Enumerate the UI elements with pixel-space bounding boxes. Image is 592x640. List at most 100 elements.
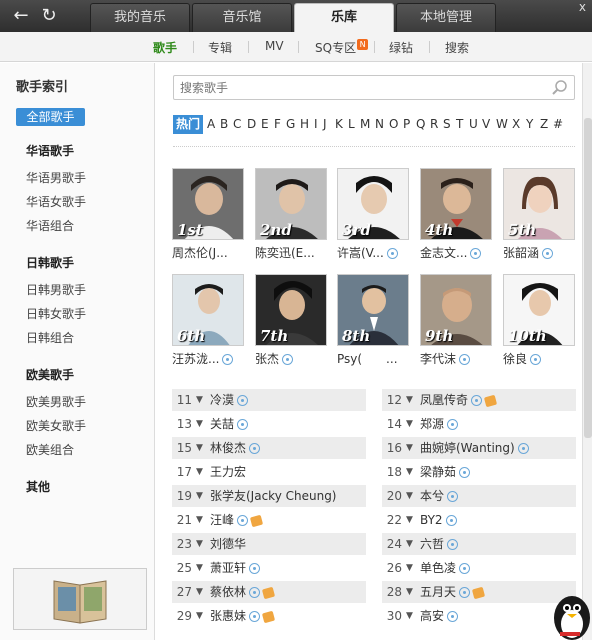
- chat-icon[interactable]: [459, 563, 471, 574]
- top-artist-card[interactable]: 2nd 陈奕迅(E...: [255, 168, 327, 262]
- list-item[interactable]: 30 ▼ 高安: [382, 605, 576, 627]
- list-item[interactable]: 20 ▼ 本兮: [382, 485, 576, 507]
- promo-image[interactable]: [13, 568, 147, 630]
- chat-icon[interactable]: [447, 539, 459, 550]
- index-letter[interactable]: F: [274, 117, 281, 131]
- artist-photo[interactable]: 1st: [172, 168, 244, 240]
- artist-name[interactable]: 许嵩(V...: [337, 244, 398, 261]
- back-arrow-icon[interactable]: ←: [10, 5, 32, 27]
- top-artist-card[interactable]: 6th 汪苏泷...: [172, 274, 244, 368]
- artist-name[interactable]: 本兮: [420, 485, 459, 507]
- index-letter[interactable]: G: [286, 117, 295, 131]
- sidebar-item-western-group[interactable]: 欧美组合: [26, 441, 74, 458]
- artist-name[interactable]: 李代沫: [420, 350, 471, 367]
- artist-name[interactable]: 高安: [420, 605, 459, 627]
- scrollbar[interactable]: [582, 63, 592, 640]
- chat-icon[interactable]: [282, 354, 294, 365]
- list-item[interactable]: 17 ▼ 王力宏: [172, 461, 366, 483]
- tab-library[interactable]: 乐库: [294, 3, 394, 32]
- chat-icon[interactable]: [447, 491, 459, 502]
- chat-icon[interactable]: [459, 587, 471, 598]
- tab-my-music[interactable]: 我的音乐: [90, 3, 190, 32]
- index-letter[interactable]: N: [375, 117, 384, 131]
- refresh-icon[interactable]: ↻: [38, 5, 60, 27]
- sidebar-group-western[interactable]: 欧美歌手: [26, 366, 74, 383]
- list-item[interactable]: 19 ▼ 张学友(Jacky Cheung): [172, 485, 366, 507]
- artist-photo[interactable]: 4th: [420, 168, 492, 240]
- index-letter[interactable]: K: [335, 117, 343, 131]
- artist-name[interactable]: 曲婉婷(Wanting): [420, 437, 529, 459]
- index-letter[interactable]: C: [233, 117, 241, 131]
- tab-music-hall[interactable]: 音乐馆: [192, 3, 292, 32]
- chat-icon[interactable]: [249, 443, 261, 454]
- chat-icon[interactable]: [445, 515, 457, 526]
- index-letter[interactable]: D: [247, 117, 256, 131]
- list-item[interactable]: 22 ▼ BY2: [382, 509, 576, 531]
- top-artist-card[interactable]: 1st 周杰伦(J...: [172, 168, 244, 262]
- index-letter[interactable]: O: [389, 117, 398, 131]
- list-item[interactable]: 18 ▼ 梁静茹: [382, 461, 576, 483]
- artist-name[interactable]: 陈奕迅(E...: [255, 244, 315, 261]
- artist-name[interactable]: 张学友(Jacky Cheung): [210, 485, 337, 507]
- chat-icon[interactable]: [237, 419, 249, 430]
- artist-name[interactable]: 梁静茹: [420, 461, 471, 483]
- list-item[interactable]: 16 ▼ 曲婉婷(Wanting): [382, 437, 576, 459]
- artist-name[interactable]: 张韶涵: [503, 244, 554, 261]
- artist-name[interactable]: 郑源: [420, 413, 459, 435]
- artist-name[interactable]: 张惠妹: [210, 605, 276, 627]
- top-artist-card[interactable]: 10th 徐良: [503, 274, 575, 368]
- chat-icon[interactable]: [517, 443, 529, 454]
- sidebar-item-jk-male[interactable]: 日韩男歌手: [26, 281, 86, 298]
- artist-photo[interactable]: 9th: [420, 274, 492, 346]
- list-item[interactable]: 25 ▼ 萧亚轩: [172, 557, 366, 579]
- sidebar-item-all-singers[interactable]: 全部歌手: [16, 108, 85, 126]
- chat-icon[interactable]: [249, 563, 261, 574]
- sidebar-item-chinese-male[interactable]: 华语男歌手: [26, 169, 86, 186]
- artist-name[interactable]: 金志文...: [420, 244, 482, 261]
- index-letter[interactable]: Z: [540, 117, 548, 131]
- artist-photo[interactable]: 2nd: [255, 168, 327, 240]
- artist-name[interactable]: 林俊杰: [210, 437, 261, 459]
- artist-name[interactable]: 五月天: [420, 581, 486, 603]
- sidebar-group-chinese[interactable]: 华语歌手: [26, 142, 74, 159]
- index-letter[interactable]: B: [220, 117, 228, 131]
- penguin-mascot-icon[interactable]: [550, 588, 592, 640]
- chat-icon[interactable]: [222, 354, 234, 365]
- subnav-sq[interactable]: SQ专区 N: [315, 39, 369, 56]
- artist-name[interactable]: 张杰: [255, 350, 294, 367]
- list-item[interactable]: 28 ▼ 五月天: [382, 581, 576, 603]
- index-letter[interactable]: E: [261, 117, 269, 131]
- artist-name[interactable]: 王力宏: [210, 461, 246, 483]
- artist-name[interactable]: 汪苏泷...: [172, 350, 234, 367]
- chat-icon[interactable]: [237, 395, 249, 406]
- index-letter[interactable]: #: [553, 117, 563, 131]
- list-item[interactable]: 11 ▼ 冷漠: [172, 389, 366, 411]
- index-letter[interactable]: S: [443, 117, 451, 131]
- subnav-albums[interactable]: 专辑: [208, 39, 232, 56]
- top-artist-card[interactable]: 8th Psy( ...: [337, 274, 409, 368]
- chat-icon[interactable]: [459, 467, 471, 478]
- index-letter[interactable]: A: [207, 117, 215, 131]
- index-letter[interactable]: L: [348, 117, 355, 131]
- artist-name[interactable]: 凤凰传奇: [420, 389, 498, 411]
- artist-name[interactable]: 单色凌: [420, 557, 471, 579]
- chat-icon[interactable]: [530, 354, 542, 365]
- chat-icon[interactable]: [471, 395, 483, 406]
- index-letter[interactable]: W: [496, 117, 508, 131]
- index-letter[interactable]: J: [323, 117, 327, 131]
- sidebar-item-jk-group[interactable]: 日韩组合: [26, 329, 74, 346]
- subnav-search[interactable]: 搜索: [445, 39, 469, 56]
- top-artist-card[interactable]: 7th 张杰: [255, 274, 327, 368]
- subnav-mv[interactable]: MV: [265, 39, 284, 53]
- sidebar-group-other[interactable]: 其他: [26, 478, 50, 495]
- artist-name[interactable]: 冷漠: [210, 389, 249, 411]
- search-input[interactable]: [180, 79, 540, 97]
- list-item[interactable]: 27 ▼ 蔡依林: [172, 581, 366, 603]
- artist-name[interactable]: 六哲: [420, 533, 459, 555]
- top-artist-card[interactable]: 3rd 许嵩(V...: [337, 168, 409, 262]
- search-icon[interactable]: [551, 79, 569, 97]
- list-item[interactable]: 29 ▼ 张惠妹: [172, 605, 366, 627]
- artist-photo[interactable]: 3rd: [337, 168, 409, 240]
- artist-photo[interactable]: 10th: [503, 274, 575, 346]
- chat-icon[interactable]: [542, 248, 554, 259]
